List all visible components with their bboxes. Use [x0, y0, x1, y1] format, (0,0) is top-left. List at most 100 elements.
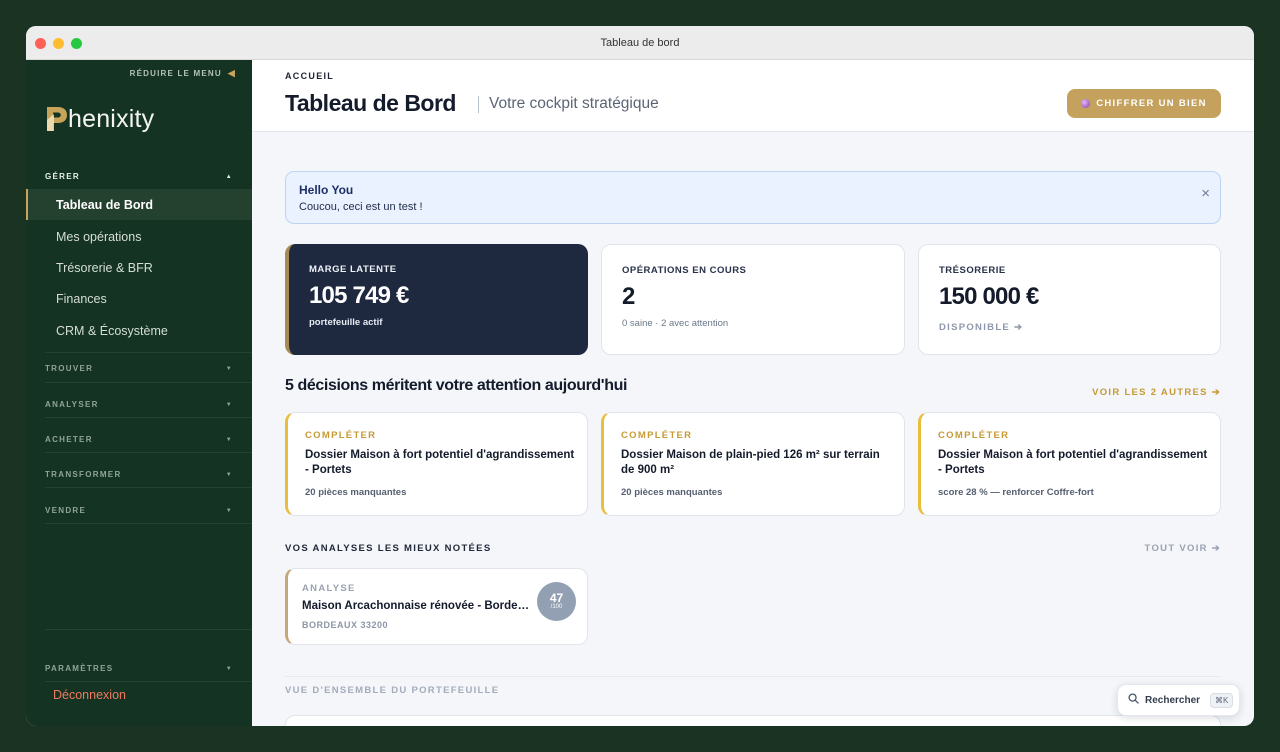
chevron-down-icon: ▼ — [225, 365, 233, 372]
chevron-down-icon: ▼ — [225, 507, 233, 514]
chevron-up-icon: ▲ — [225, 173, 233, 180]
alert-title: Hello You — [299, 183, 354, 197]
divider — [45, 629, 252, 630]
sidebar-item-label: Tableau de Bord — [56, 197, 154, 212]
search-button[interactable]: Rechercher ⌘K — [1117, 684, 1240, 716]
collapse-menu-button[interactable]: RÉDUIRE LE MENU ◀ — [130, 68, 236, 79]
info-alert: Hello You Coucou, ceci est un test ! × — [285, 171, 1221, 224]
section-label: VENDRE — [45, 506, 87, 515]
decisions-title: 5 décisions méritent votre attention auj… — [285, 377, 627, 394]
divider — [45, 352, 252, 353]
analysis-title: Maison Arcachonnaise rénovée - Bordeaux — [302, 600, 530, 612]
section-vendre[interactable]: VENDRE ▼ — [45, 506, 233, 515]
sidebar-item-tableau-de-bord[interactable]: Tableau de Bord — [26, 189, 252, 220]
divider — [45, 681, 252, 682]
page-title: Tableau de Bord — [285, 90, 457, 116]
chiffrer-un-bien-button[interactable]: CHIFFRER UN BIEN — [1067, 89, 1221, 118]
kpi-sub: 0 saine · 2 avec attention — [622, 318, 729, 329]
portfolio-card — [285, 715, 1221, 726]
kpi-marge-latente[interactable]: MARGE LATENTE 105 749 € portefeuille act… — [285, 244, 588, 355]
kpi-label: TRÉSORERIE — [939, 265, 1006, 276]
decision-card[interactable]: COMPLÉTER Dossier Maison de plain-pied 1… — [601, 412, 905, 516]
minimize-window-button[interactable] — [53, 38, 64, 49]
section-label: TROUVER — [45, 364, 94, 373]
chevron-down-icon: ▼ — [225, 471, 233, 478]
breadcrumb[interactable]: ACCUEIL — [285, 71, 334, 81]
sidebar-item-crm[interactable]: CRM & Écosystème — [26, 315, 252, 346]
divider — [45, 382, 252, 383]
logo[interactable]: henixity — [45, 104, 154, 134]
sidebar-item-mes-operations[interactable]: Mes opérations — [26, 221, 252, 252]
kpi-operations[interactable]: OPÉRATIONS EN COURS 2 0 saine · 2 avec a… — [601, 244, 905, 355]
divider — [45, 523, 252, 524]
app-window: Tableau de bord RÉDUIRE LE MENU ◀ henixi… — [26, 26, 1254, 726]
decision-card[interactable]: COMPLÉTER Dossier Maison à fort potentie… — [285, 412, 588, 516]
section-parametres[interactable]: PARAMÈTRES ▼ — [45, 664, 233, 673]
section-label: ANALYSER — [45, 400, 99, 409]
kpi-value: 150 000 € — [939, 283, 1039, 310]
logo-text: henixity — [68, 104, 155, 133]
page-header: ACCUEIL Tableau de Bord Votre cockpit st… — [252, 60, 1254, 132]
sidebar-item-finances[interactable]: Finances — [26, 283, 252, 314]
alert-text: Coucou, ceci est un test ! — [299, 201, 423, 213]
title-separator — [478, 96, 479, 113]
section-acheter[interactable]: ACHETER ▼ — [45, 435, 233, 444]
window-controls — [35, 38, 82, 49]
sidebar-item-tresorerie[interactable]: Trésorerie & BFR — [26, 252, 252, 283]
decision-title: Dossier Maison de plain-pied 126 m² sur … — [621, 449, 880, 476]
chevron-down-icon: ▼ — [225, 436, 233, 443]
collapse-menu-label: RÉDUIRE LE MENU — [129, 69, 222, 78]
decision-tag: COMPLÉTER — [305, 430, 377, 441]
close-window-button[interactable] — [35, 38, 46, 49]
cta-label: CHIFFRER UN BIEN — [1096, 98, 1207, 109]
analyses-title: VOS ANALYSES LES MIEUX NOTÉES — [285, 543, 492, 554]
analysis-card[interactable]: ANALYSE Maison Arcachonnaise rénovée - B… — [285, 568, 588, 645]
section-label: TRANSFORMER — [45, 470, 122, 479]
window-title: Tableau de bord — [600, 36, 680, 49]
kpi-label: OPÉRATIONS EN COURS — [622, 265, 747, 276]
sidebar-item-label: CRM & Écosystème — [56, 323, 168, 338]
gem-icon — [1081, 99, 1091, 108]
score-badge: 47 /100 — [537, 582, 576, 621]
divider — [285, 676, 1221, 677]
portfolio-title: VUE D'ENSEMBLE DU PORTEFEUILLE — [285, 685, 500, 696]
kpi-tresorerie[interactable]: TRÉSORERIE 150 000 € DISPONIBLE ➔ — [918, 244, 1221, 355]
divider — [45, 487, 252, 488]
section-trouver[interactable]: TROUVER ▼ — [45, 364, 233, 373]
kpi-value: 2 — [622, 283, 635, 310]
chevron-down-icon: ▼ — [225, 401, 233, 408]
score-max: /100 — [550, 604, 563, 610]
voir-les-autres-link[interactable]: VOIR LES 2 AUTRES ➔ — [1092, 387, 1221, 398]
tout-voir-link[interactable]: TOUT VOIR ➔ — [1145, 543, 1221, 554]
collapse-arrow-icon: ◀ — [227, 68, 236, 78]
search-icon — [1128, 691, 1139, 709]
decision-title: Dossier Maison à fort potentiel d'agrand… — [938, 449, 1208, 476]
score-value: 47 — [549, 591, 564, 605]
section-label: PARAMÈTRES — [45, 664, 114, 673]
main-content: ACCUEIL Tableau de Bord Votre cockpit st… — [252, 60, 1254, 726]
analysis-tag: ANALYSE — [302, 583, 356, 594]
search-label: Rechercher — [1145, 694, 1201, 706]
section-analyser[interactable]: ANALYSER ▼ — [45, 400, 233, 409]
sidebar-item-label: Finances — [56, 291, 107, 306]
disponible-link[interactable]: DISPONIBLE ➔ — [939, 322, 1023, 333]
section-transformer[interactable]: TRANSFORMER ▼ — [45, 470, 233, 479]
decision-card[interactable]: COMPLÉTER Dossier Maison à fort potentie… — [918, 412, 1221, 516]
divider — [45, 417, 252, 418]
section-gerer[interactable]: GÉRER ▲ — [45, 172, 233, 181]
maximize-window-button[interactable] — [71, 38, 82, 49]
decision-sub: 20 pièces manquantes — [305, 487, 407, 498]
logout-button[interactable]: Déconnexion — [53, 688, 126, 702]
phenixity-logo-icon — [45, 104, 69, 134]
close-icon[interactable]: × — [1201, 185, 1210, 202]
decision-title: Dossier Maison à fort potentiel d'agrand… — [305, 449, 575, 476]
shortcut-badge: ⌘K — [1210, 692, 1234, 708]
section-label: ACHETER — [45, 435, 93, 444]
section-label: GÉRER — [45, 172, 80, 181]
decision-sub: 20 pièces manquantes — [621, 487, 723, 498]
kpi-value: 105 749 € — [309, 282, 409, 309]
kpi-label: MARGE LATENTE — [309, 264, 397, 275]
page-subtitle: Votre cockpit stratégique — [489, 95, 659, 112]
sidebar-item-label: Mes opérations — [56, 229, 142, 244]
analysis-location: BORDEAUX 33200 — [302, 620, 389, 630]
